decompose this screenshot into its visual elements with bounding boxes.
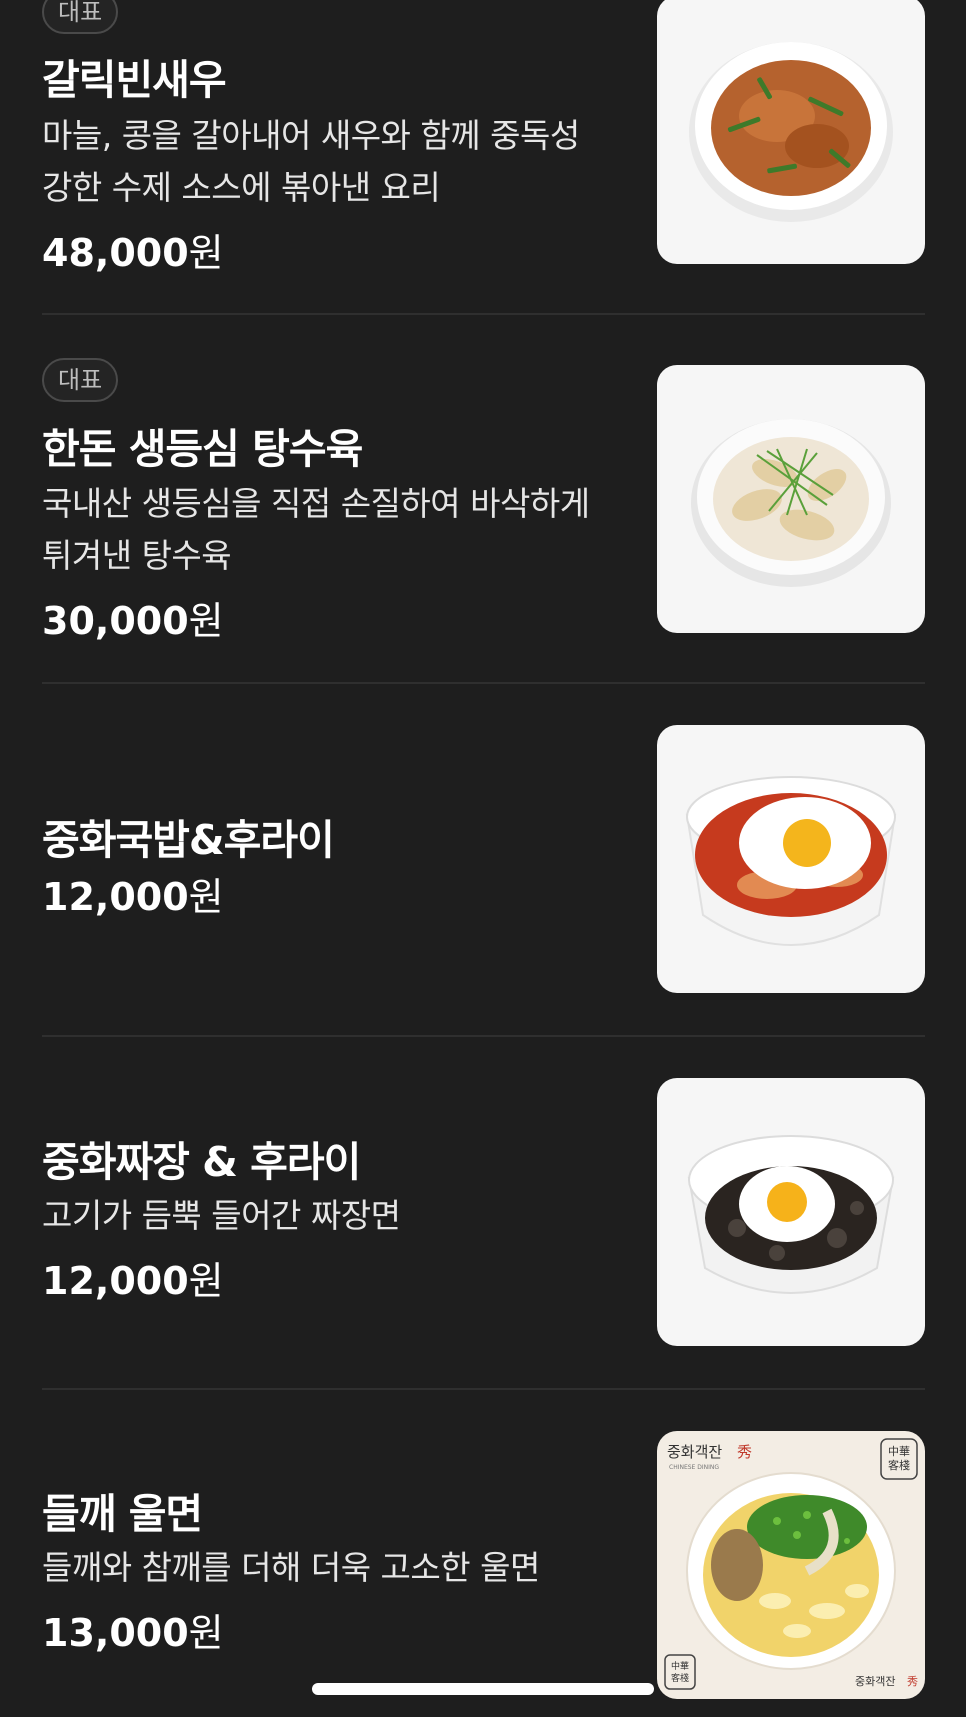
signature-badge: 대표 (42, 0, 119, 34)
divider (42, 313, 925, 315)
menu-item-name: 중화국밥&후라이 (42, 816, 335, 864)
menu-item-name: 한돈 생등심 탕수육 (42, 425, 363, 473)
garlic-shrimp-dish-image[interactable] (657, 0, 925, 264)
menu-item-name: 들깨 울면 (42, 1490, 203, 1538)
perilla-ulmyeon-image[interactable]: 중화객잔 秀 CHINESE DINING 中華 客棧 中華 客棧 중화객잔 秀 (657, 1431, 925, 1699)
menu-item-price: 12,000원 (42, 875, 224, 919)
menu-item-price: 13,000원 (42, 1611, 224, 1655)
menu-item-price: 12,000원 (42, 1259, 224, 1303)
signature-badge: 대표 (42, 358, 119, 402)
svg-text:中華: 中華 (671, 1660, 689, 1672)
divider (42, 1388, 925, 1390)
menu-item-description: 들깨와 참깨를 더해 더욱 고소한 울면 (42, 1548, 540, 1587)
menu-item-name: 중화짜장 & 후라이 (42, 1138, 361, 1186)
jjajang-egg-image[interactable] (657, 1078, 925, 1346)
svg-text:秀: 秀 (907, 1675, 918, 1688)
svg-text:客棧: 客棧 (671, 1672, 689, 1684)
svg-text:CHINESE DINING: CHINESE DINING (669, 1464, 719, 1471)
menu-item-price: 48,000원 (42, 231, 224, 275)
svg-text:秀: 秀 (737, 1443, 752, 1461)
brand-logo-text: 중화객잔 (667, 1443, 722, 1461)
menu-item-description: 고기가 듬뿍 들어간 짜장면 (42, 1196, 401, 1235)
divider (42, 1035, 925, 1037)
svg-text:中華: 中華 (888, 1445, 910, 1458)
menu-item-price: 30,000원 (42, 599, 224, 643)
svg-text:客棧: 客棧 (888, 1458, 910, 1472)
menu-item-description: 마늘, 콩을 갈아내어 새우와 함께 중독성 강한 수제 소스에 볶아낸 요리 (42, 116, 580, 207)
home-indicator[interactable] (312, 1683, 654, 1695)
divider (42, 682, 925, 684)
sweet-sour-pork-dish-image[interactable] (657, 365, 925, 633)
spicy-soup-rice-egg-image[interactable] (657, 725, 925, 993)
menu-item-name: 갈릭빈새우 (42, 56, 227, 104)
svg-text:중화객잔: 중화객잔 (855, 1675, 895, 1688)
menu-item-description: 국내산 생등심을 직접 손질하여 바삭하게 튀겨낸 탕수육 (42, 484, 590, 575)
